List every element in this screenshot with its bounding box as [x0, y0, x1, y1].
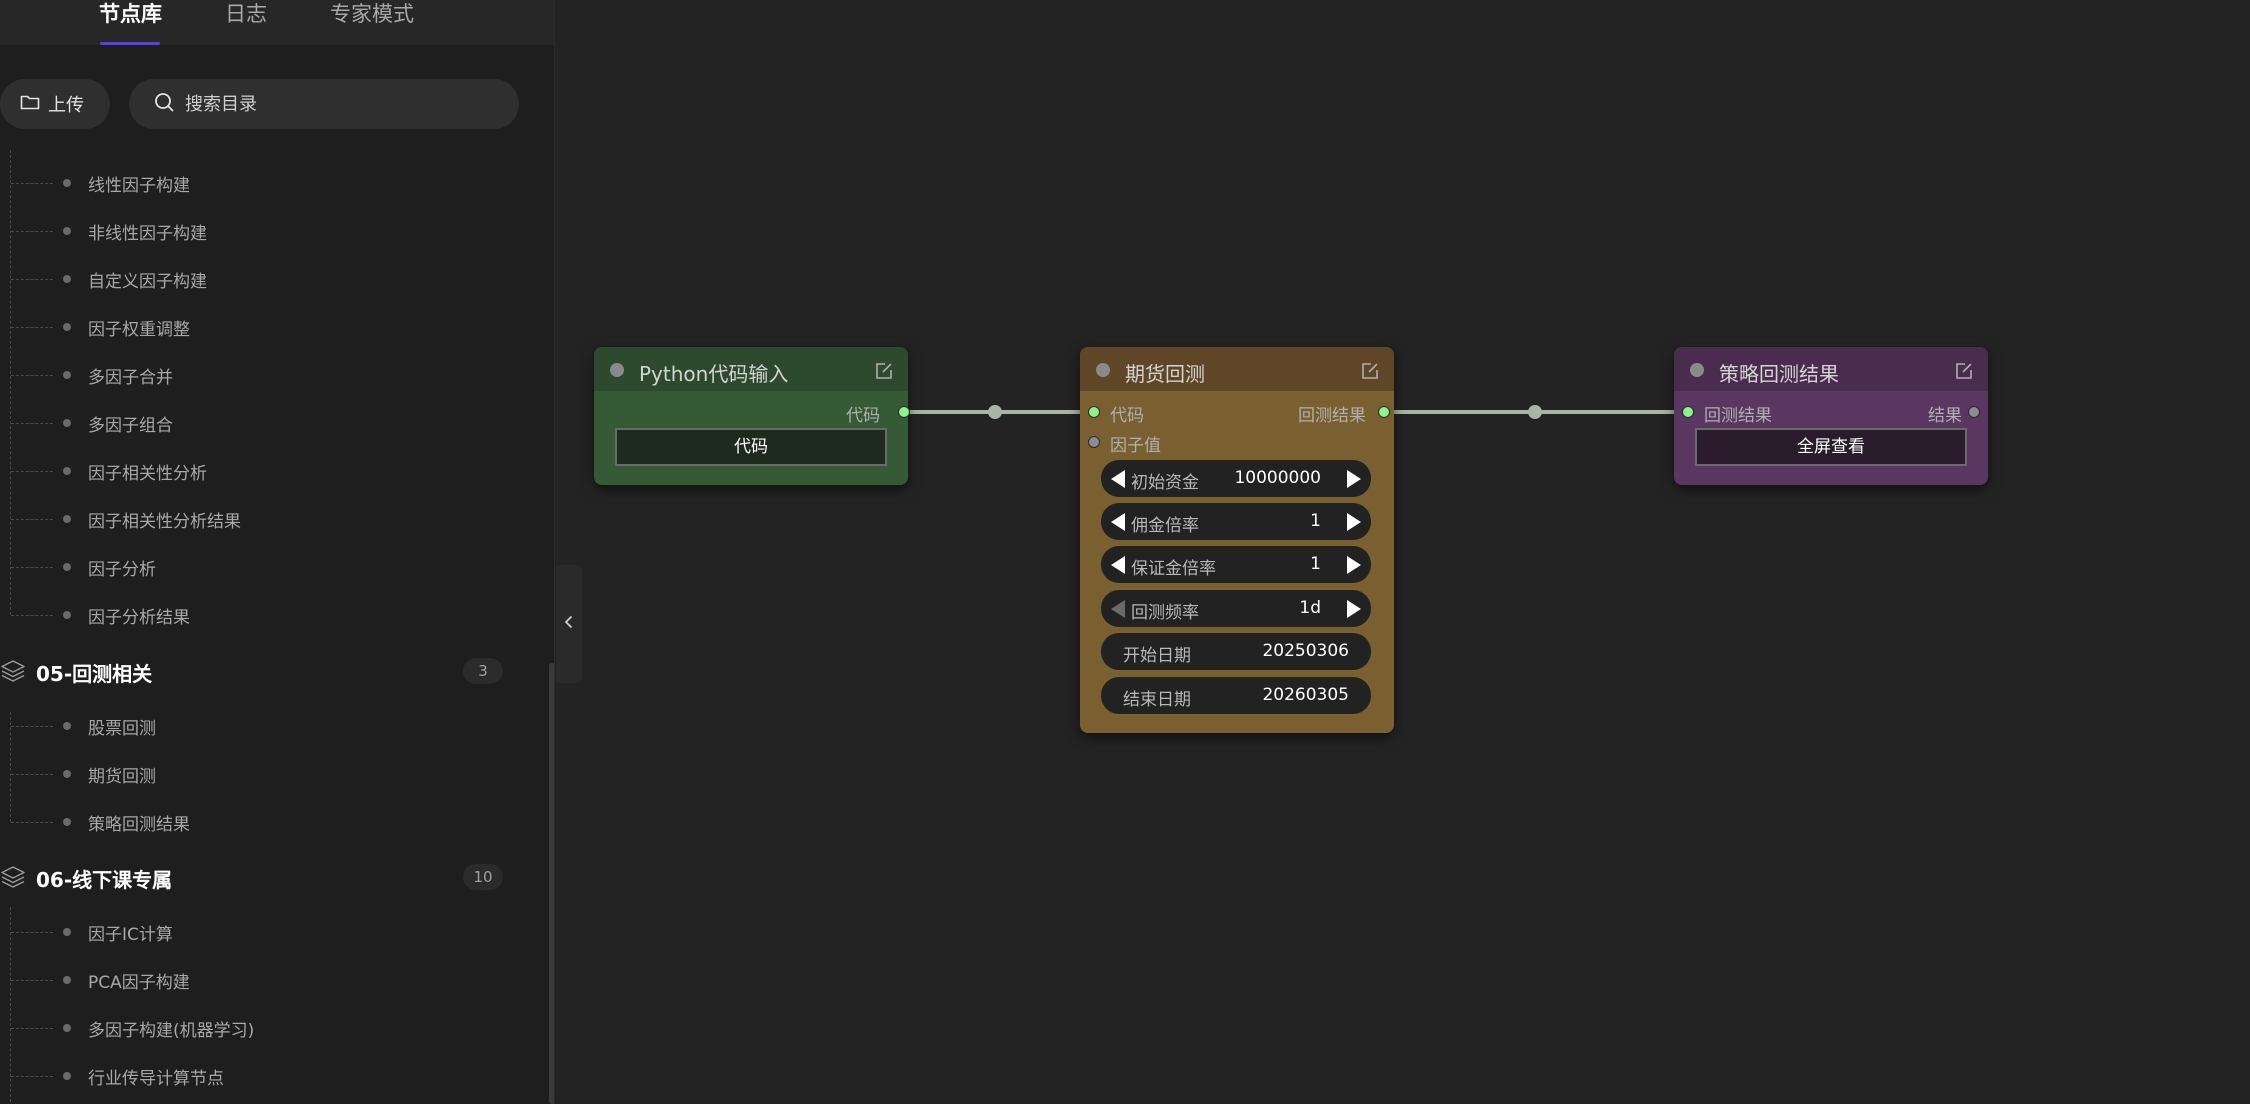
upload-button[interactable]: 上传: [0, 79, 110, 129]
node-futures-backtest[interactable]: 期货回测 代码 因子值 回测结果 初始资金 10000000 佣金倍率 1 保证…: [1080, 347, 1394, 733]
collapse-sidebar-button[interactable]: [556, 565, 582, 683]
list-item[interactable]: 因子相关性分析结果: [0, 504, 500, 534]
tree-group-count: 10: [463, 864, 503, 890]
list-item[interactable]: 线性因子构建: [0, 168, 500, 198]
list-item[interactable]: 多因子组合: [0, 408, 500, 438]
sidebar-scrollbar[interactable]: [549, 663, 554, 1104]
widget-value: 10000000: [1234, 468, 1321, 488]
output-slot-label: 回测结果: [1298, 406, 1366, 426]
tree-group-label: 06-线下课专属: [36, 868, 173, 892]
widget-value: 20260305: [1262, 685, 1349, 705]
layers-icon: [0, 865, 26, 893]
tree-group-offline-course[interactable]: 06-线下课专属 10: [0, 859, 520, 895]
node-collapse-dot[interactable]: [1096, 363, 1110, 377]
tree-group-backtest[interactable]: 05-回测相关 3: [0, 653, 520, 689]
edit-icon[interactable]: [1360, 361, 1380, 381]
node-library-sidebar: 节点库 日志 专家模式 上传 线性因子构建 非线性因子构建 自定义因子: [0, 0, 555, 1104]
output-port[interactable]: [1968, 406, 1980, 418]
code-editor-button[interactable]: 代码: [615, 428, 887, 466]
sidebar-tabs: 节点库 日志 专家模式: [0, 0, 554, 45]
number-widget-margin-multiplier[interactable]: 保证金倍率 1: [1101, 546, 1371, 583]
edit-icon[interactable]: [1954, 361, 1974, 381]
active-tab-indicator: [100, 42, 160, 45]
graph-canvas[interactable]: [556, 0, 2250, 1104]
widget-label: 结束日期: [1123, 690, 1191, 710]
search-box: [129, 79, 519, 129]
list-item[interactable]: 非线性因子构建: [0, 216, 500, 246]
widget-value: 1d: [1299, 598, 1321, 618]
increment-arrow[interactable]: [1347, 513, 1361, 531]
list-item[interactable]: 因子IC计算: [0, 917, 500, 947]
widget-label: 保证金倍率: [1131, 559, 1216, 579]
input-port-factor[interactable]: [1088, 436, 1100, 448]
number-widget-initial-capital[interactable]: 初始资金 10000000: [1101, 460, 1371, 497]
widget-label: 开始日期: [1123, 646, 1191, 666]
node-collapse-dot[interactable]: [610, 363, 624, 377]
list-item[interactable]: 股票回测: [0, 711, 500, 741]
output-slot-label: 结果: [1928, 406, 1962, 426]
increment-arrow[interactable]: [1347, 556, 1361, 574]
upload-button-label: 上传: [48, 95, 84, 116]
text-widget-start-date[interactable]: 开始日期 20250306: [1101, 633, 1371, 670]
list-item[interactable]: 期货回测: [0, 759, 500, 789]
decrement-arrow[interactable]: [1111, 556, 1125, 574]
tree-group-label: 05-回测相关: [36, 662, 153, 686]
tab-node-library[interactable]: 节点库: [99, 0, 162, 45]
increment-arrow[interactable]: [1347, 470, 1361, 488]
widget-label: 初始资金: [1131, 473, 1199, 493]
search-input[interactable]: [185, 93, 485, 115]
next-option-arrow[interactable]: [1347, 600, 1361, 618]
chevron-left-icon: [563, 614, 575, 634]
list-item[interactable]: 多因子合并: [0, 360, 500, 390]
widget-label: 回测频率: [1131, 603, 1199, 623]
decrement-arrow[interactable]: [1111, 513, 1125, 531]
folder-icon: [20, 93, 40, 116]
tab-expert-mode[interactable]: 专家模式: [330, 0, 414, 45]
list-item[interactable]: 因子相关性分析: [0, 456, 500, 486]
list-item[interactable]: 因子分析结果: [0, 600, 500, 630]
output-slot-label: 代码: [846, 406, 880, 426]
widget-value: 1: [1310, 554, 1321, 574]
decrement-arrow[interactable]: [1111, 470, 1125, 488]
input-slot-label: 因子值: [1110, 436, 1161, 456]
node-collapse-dot[interactable]: [1690, 363, 1704, 377]
node-title: Python代码输入: [639, 362, 789, 386]
node-python-code-input[interactable]: Python代码输入 代码 代码: [594, 347, 910, 485]
list-item[interactable]: 行业传导计算节点: [0, 1061, 500, 1091]
node-strategy-backtest-result[interactable]: 策略回测结果 回测结果 结果 全屏查看: [1674, 347, 1988, 485]
list-item[interactable]: 多因子构建(机器学习): [0, 1013, 500, 1043]
layers-icon: [0, 659, 26, 687]
output-port[interactable]: [1378, 406, 1390, 418]
widget-value: 20250306: [1262, 641, 1349, 661]
fullscreen-view-button[interactable]: 全屏查看: [1695, 428, 1967, 466]
widget-value: 1: [1310, 511, 1321, 531]
output-port[interactable]: [898, 406, 910, 418]
text-widget-end-date[interactable]: 结束日期 20260305: [1101, 677, 1371, 714]
search-icon: [153, 91, 175, 117]
input-slot-label: 回测结果: [1704, 406, 1772, 426]
combo-widget-backtest-frequency[interactable]: 回测频率 1d: [1101, 590, 1371, 627]
node-title: 期货回测: [1125, 362, 1205, 386]
app-root: 节点库 日志 专家模式 上传 线性因子构建 非线性因子构建 自定义因子: [0, 0, 2250, 1104]
list-item[interactable]: 因子权重调整: [0, 312, 500, 342]
list-item[interactable]: 策略回测结果: [0, 807, 500, 837]
list-item[interactable]: PCA因子构建: [0, 965, 500, 995]
number-widget-commission-multiplier[interactable]: 佣金倍率 1: [1101, 503, 1371, 540]
previous-option-arrow[interactable]: [1111, 600, 1125, 618]
node-title: 策略回测结果: [1719, 362, 1839, 386]
tree-group-count: 3: [463, 658, 503, 684]
list-item[interactable]: 自定义因子构建: [0, 264, 500, 294]
input-port-backtest-result[interactable]: [1682, 406, 1694, 418]
input-port-code[interactable]: [1088, 406, 1100, 418]
list-item[interactable]: 因子分析: [0, 552, 500, 582]
tab-log[interactable]: 日志: [225, 0, 267, 45]
widget-label: 佣金倍率: [1131, 516, 1199, 536]
edit-icon[interactable]: [874, 361, 894, 381]
input-slot-label: 代码: [1110, 406, 1144, 426]
